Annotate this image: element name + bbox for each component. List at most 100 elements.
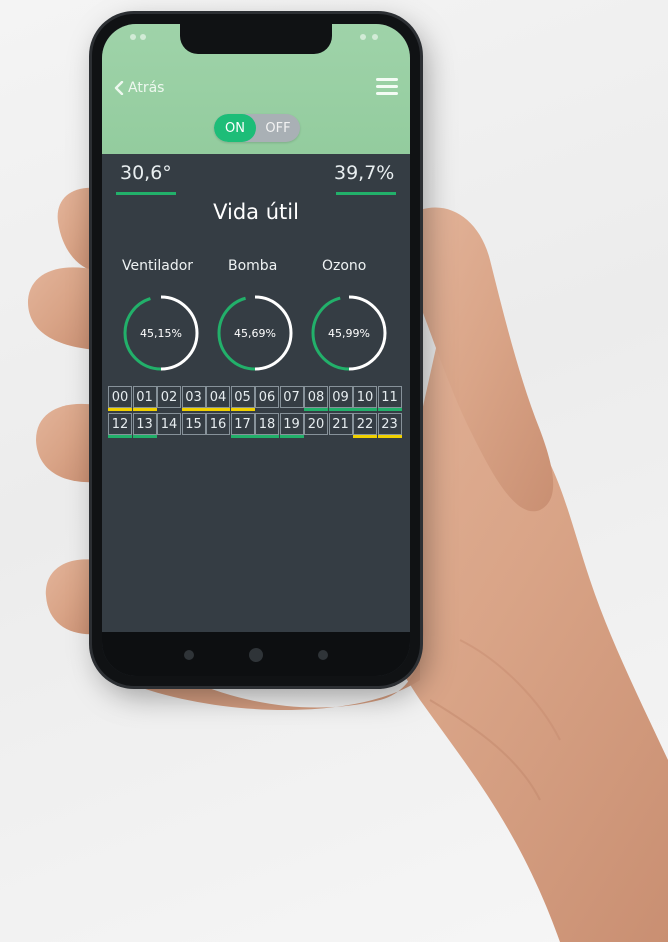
hour-label: 10 (356, 389, 374, 405)
navigation-bar (102, 632, 410, 676)
hour-mark (328, 408, 353, 411)
home-nav-icon[interactable] (249, 648, 263, 662)
gauge-label-ozono: Ozono (322, 258, 367, 274)
battery-icon (372, 34, 378, 40)
hour-cell[interactable]: 04 (206, 386, 230, 411)
gauge-value: 45,69% (234, 326, 276, 340)
hour-mark (132, 408, 157, 411)
hour-label: 00 (111, 389, 129, 405)
hour-cell[interactable]: 22 (353, 413, 377, 438)
hour-label: 15 (185, 416, 202, 432)
hour-label: 05 (234, 389, 251, 405)
back-button[interactable]: Atrás (114, 80, 164, 96)
hour-label: 19 (283, 416, 300, 432)
status-icon (130, 34, 136, 40)
hour-label: 07 (283, 389, 300, 405)
hour-label: 14 (160, 416, 178, 432)
gauge-ozono: 45,99% (308, 292, 390, 374)
gauge-ventilador: 45,15% (120, 292, 202, 374)
hour-cell[interactable]: 00 (108, 386, 132, 411)
back-label: Atrás (128, 80, 165, 96)
hour-label: 04 (209, 389, 227, 405)
hour-label: 03 (185, 389, 202, 405)
hour-schedule: 00 01 02 03 04 05 06 07 08 09 10 11 12 13 14 15 16 17 18 1… (108, 386, 402, 440)
hour-cell[interactable]: 13 (132, 413, 157, 438)
hour-label: 17 (234, 416, 251, 432)
temperature-underline (116, 192, 176, 195)
app-screen: Atrás ON OFF 30,6° 39,7% Vida útil Venti… (102, 24, 410, 676)
hour-mark (108, 408, 132, 411)
hour-mark (206, 408, 230, 411)
hour-cell[interactable]: 09 (328, 386, 353, 411)
gauge-label-bomba: Bomba (228, 258, 278, 274)
hour-cell[interactable]: 14 (157, 413, 181, 435)
hour-cell[interactable]: 11 (377, 386, 402, 411)
hour-label: 21 (332, 416, 349, 432)
hour-mark (353, 408, 377, 411)
gauge-value: 45,15% (140, 326, 182, 340)
hour-label: 11 (381, 389, 398, 405)
toggle-off[interactable]: OFF (256, 114, 300, 142)
hour-cell[interactable]: 17 (230, 413, 255, 438)
hour-mark (377, 435, 402, 438)
hour-label: 13 (136, 416, 153, 432)
hour-label: 09 (332, 389, 349, 405)
hour-mark (353, 435, 377, 438)
hour-mark (230, 408, 255, 411)
section-title: Vida útil (213, 200, 299, 224)
hour-mark (255, 435, 279, 438)
hour-label: 06 (258, 389, 276, 405)
hour-label: 22 (356, 416, 374, 432)
gauge-label-ventilador: Ventilador (122, 258, 194, 274)
status-icon (140, 34, 146, 40)
photo-scene: Atrás ON OFF 30,6° 39,7% Vida útil Venti… (0, 0, 668, 942)
chevron-left-icon (114, 81, 124, 95)
hour-label: 02 (160, 389, 178, 405)
hour-row: 00 01 02 03 04 05 06 07 08 09 10 11 (108, 386, 402, 411)
hour-label: 16 (209, 416, 227, 432)
hour-label: 01 (136, 389, 153, 405)
hour-cell[interactable]: 05 (230, 386, 255, 411)
back-nav-icon[interactable] (184, 650, 194, 660)
hour-label: 08 (307, 389, 325, 405)
humidity-underline (336, 192, 396, 195)
temperature-reading: 30,6° (120, 162, 172, 184)
hour-mark (230, 435, 255, 438)
hour-cell[interactable]: 01 (132, 386, 157, 411)
hour-mark (108, 435, 132, 438)
recent-apps-icon[interactable] (318, 650, 328, 660)
hour-mark (181, 408, 206, 411)
hour-cell[interactable]: 10 (353, 386, 377, 411)
hamburger-menu-icon[interactable] (376, 78, 398, 96)
hour-mark (304, 408, 328, 411)
hour-label: 12 (111, 416, 129, 432)
hour-label: 20 (307, 416, 325, 432)
hour-cell[interactable]: 20 (304, 413, 328, 435)
hour-cell[interactable]: 02 (157, 386, 181, 408)
humidity-reading: 39,7% (334, 162, 395, 184)
smartphone: Atrás ON OFF 30,6° 39,7% Vida útil Venti… (92, 14, 420, 686)
hour-cell[interactable]: 16 (206, 413, 230, 435)
gauge-value: 45,99% (328, 326, 370, 340)
toggle-on[interactable]: ON (214, 114, 256, 142)
hour-mark (132, 435, 157, 438)
hour-cell[interactable]: 08 (304, 386, 328, 411)
hour-row: 12 13 14 15 16 17 18 19 20 21 22 23 (108, 413, 402, 438)
hour-cell[interactable]: 03 (181, 386, 206, 411)
hour-label: 18 (258, 416, 276, 432)
power-toggle[interactable]: ON OFF (214, 114, 300, 142)
hour-label: 23 (381, 416, 398, 432)
hour-cell[interactable]: 23 (377, 413, 402, 438)
hour-cell[interactable]: 15 (181, 413, 206, 435)
gauge-bomba: 45,69% (214, 292, 296, 374)
hour-cell[interactable]: 12 (108, 413, 132, 438)
hour-cell[interactable]: 06 (255, 386, 279, 408)
hour-mark (279, 435, 304, 438)
hour-cell[interactable]: 21 (328, 413, 353, 435)
camera-notch (180, 24, 332, 54)
hour-mark (377, 408, 402, 411)
hour-cell[interactable]: 07 (279, 386, 304, 408)
hour-cell[interactable]: 19 (279, 413, 304, 438)
hour-cell[interactable]: 18 (255, 413, 279, 438)
signal-icon (360, 34, 366, 40)
